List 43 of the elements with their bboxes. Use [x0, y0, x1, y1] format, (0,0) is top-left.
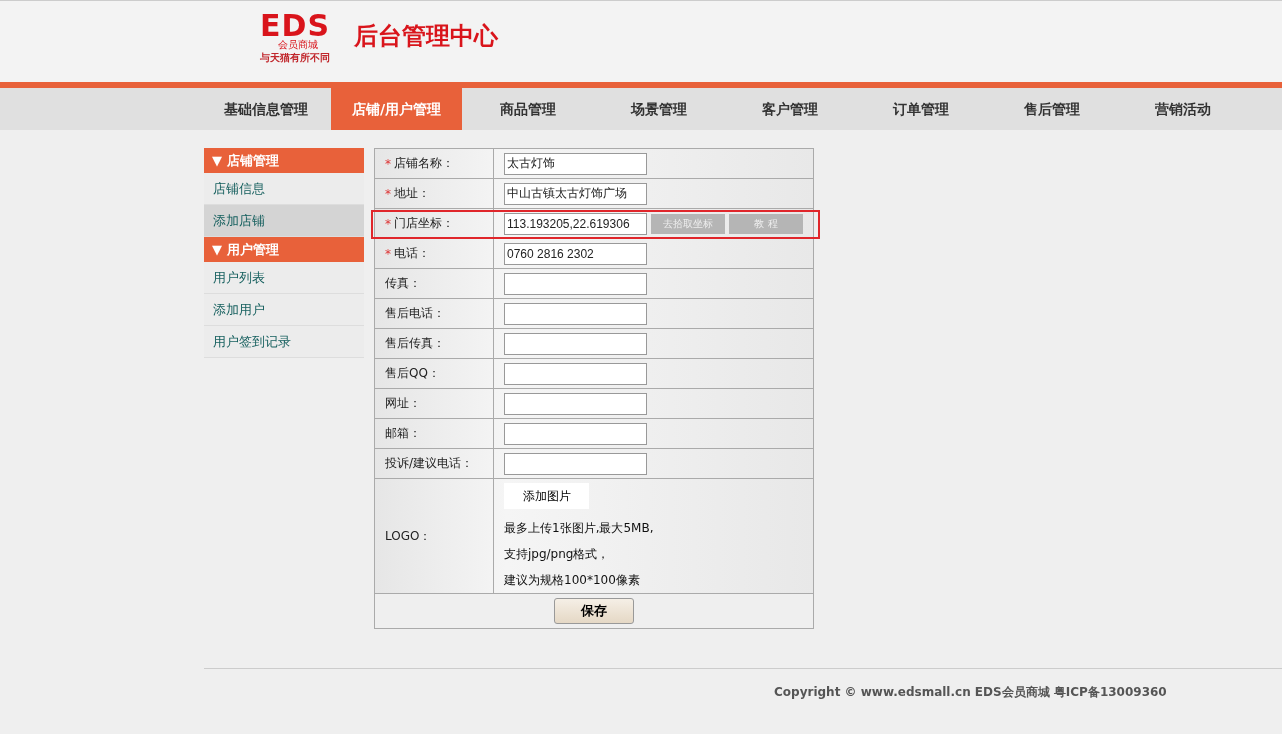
input-field[interactable] [504, 272, 647, 295]
copyright-text: Copyright © www.edsmall.cn EDS会员商城 粤ICP备13009360 [774, 685, 1167, 699]
field-label: 传真： [385, 275, 421, 292]
required-marker: * [385, 216, 391, 231]
upload-note: 最多上传1张图片,最大5MB, [504, 520, 654, 537]
nav-tab[interactable]: 订单管理 [855, 88, 986, 130]
nav-tab[interactable]: 客户管理 [724, 88, 855, 130]
field-label: 投诉/建议电话： [385, 455, 474, 472]
input-field[interactable] [504, 302, 647, 325]
nav-tab[interactable]: 场景管理 [593, 88, 724, 130]
input-field[interactable]: 中山古镇太古灯饰广场 [504, 182, 647, 205]
field-label: 网址： [385, 395, 421, 412]
upload-note: 支持jpg/png格式， [504, 546, 610, 563]
field-label: LOGO： [375, 479, 494, 593]
field-label: 店铺名称： [394, 155, 454, 172]
input-field[interactable]: 0760 2816 2302 [504, 242, 647, 265]
field-label: 门店坐标： [394, 215, 454, 232]
nav-tab[interactable]: 售后管理 [986, 88, 1117, 130]
input-field[interactable]: 113.193205,22.619306 [504, 212, 647, 235]
add-image-button[interactable]: 添加图片 [504, 483, 589, 509]
required-marker: * [385, 246, 391, 261]
input-field[interactable] [504, 392, 647, 415]
input-field[interactable]: 太古灯饰 [504, 152, 647, 175]
sidebar-item[interactable]: 添加店铺 [204, 205, 364, 237]
input-field[interactable] [504, 362, 647, 385]
site-title: 后台管理中心 [354, 21, 498, 52]
input-field[interactable] [504, 422, 647, 445]
required-marker: * [385, 156, 391, 171]
field-label: 售后QQ： [385, 365, 440, 382]
input-field[interactable] [504, 452, 647, 475]
field-label: 售后传真： [385, 335, 445, 352]
save-button[interactable]: 保存 [554, 598, 634, 624]
input-field[interactable] [504, 332, 647, 355]
logo: EDS 会员商城 与天猫有所不同 [260, 13, 331, 65]
field-label: 邮箱： [385, 425, 421, 442]
field-label: 电话： [394, 245, 430, 262]
upload-note: 建议为规格100*100像素 [504, 572, 640, 589]
required-marker: * [385, 186, 391, 201]
field-label: 地址： [394, 185, 430, 202]
nav-tab[interactable]: 基础信息管理 [200, 88, 331, 130]
field-label: 售后电话： [385, 305, 445, 322]
nav-tab[interactable]: 营销活动 [1117, 88, 1248, 130]
nav-tab[interactable]: 商品管理 [462, 88, 593, 130]
